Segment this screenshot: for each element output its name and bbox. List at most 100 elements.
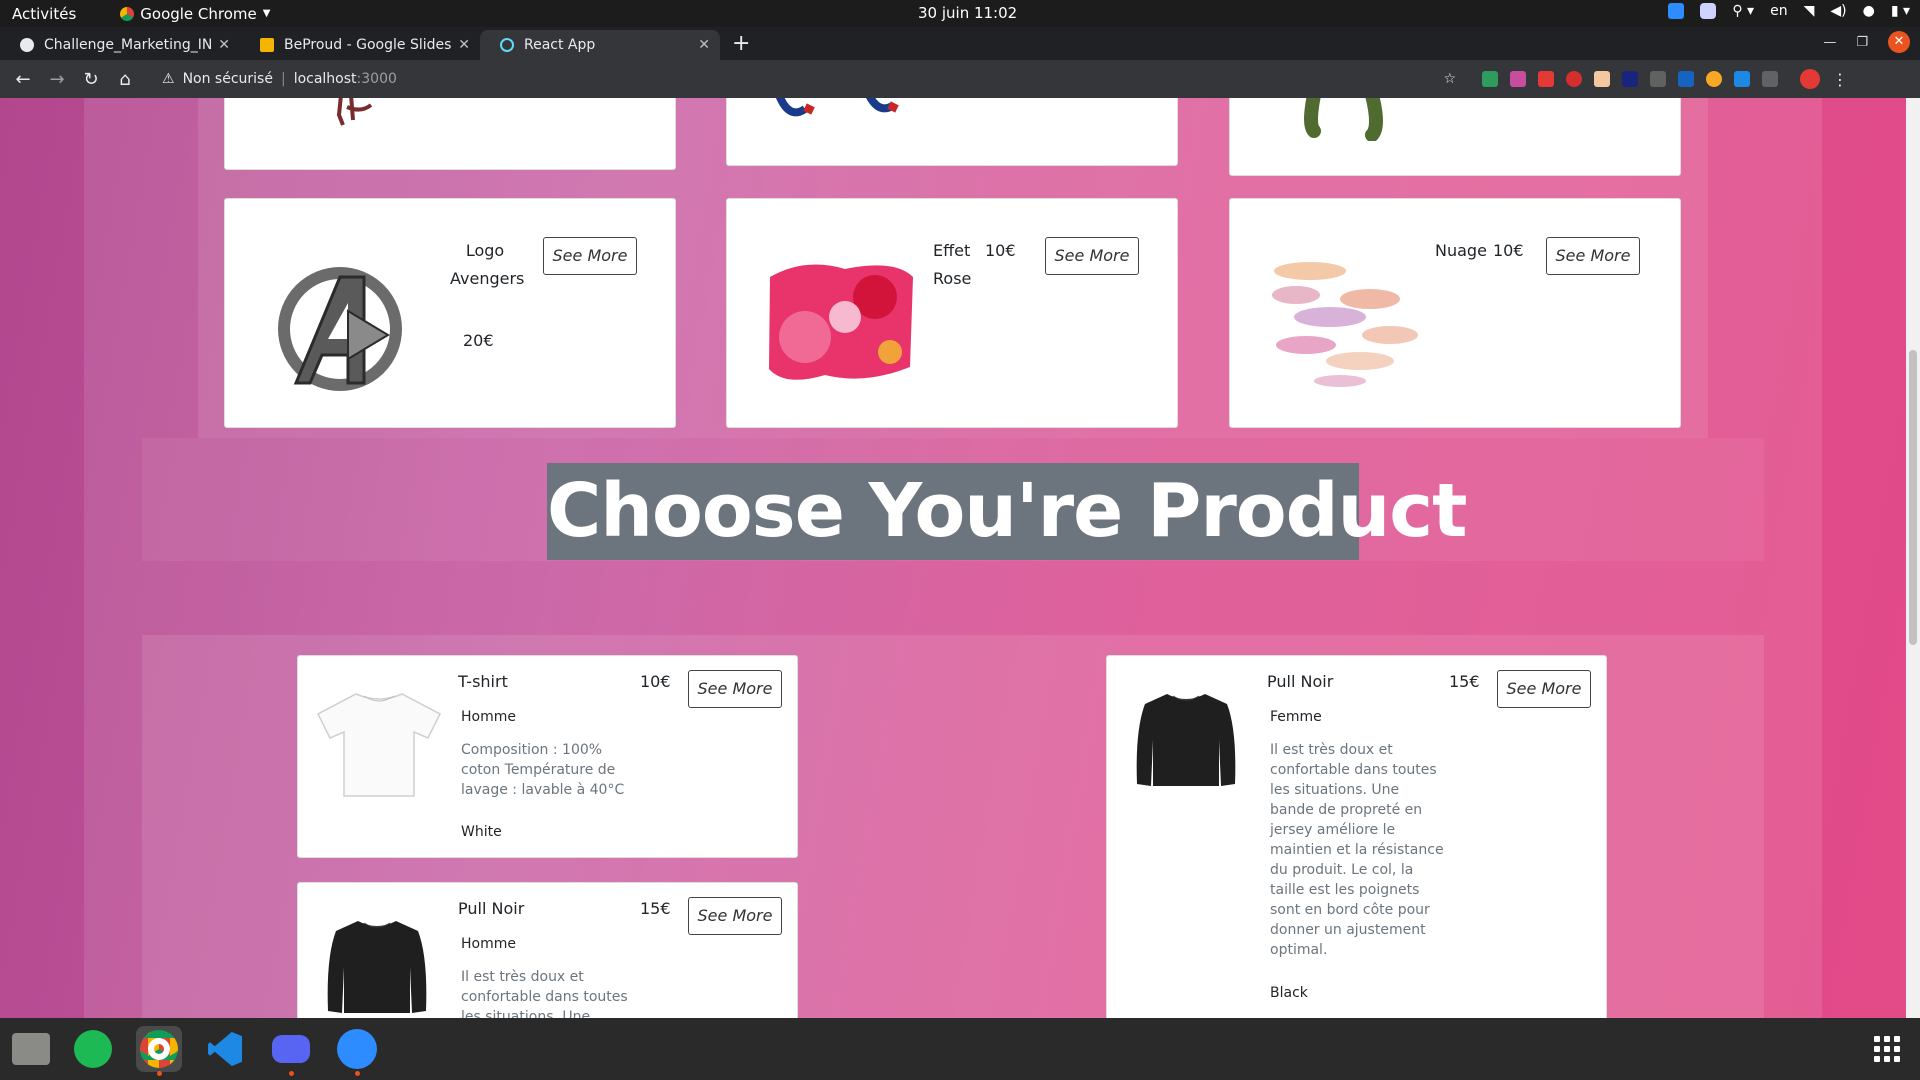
extension-f-icon[interactable]	[1734, 71, 1750, 87]
back-icon[interactable]: ←	[6, 69, 40, 90]
page-scrollbar[interactable]	[1906, 98, 1920, 1018]
product-card-nuage: Nuage 10€ See More	[1229, 198, 1681, 428]
app-menu-label: Google Chrome	[140, 4, 257, 23]
chrome-dock-icon[interactable]	[136, 1026, 182, 1076]
address-bar[interactable]: ⚠ Non sécurisé | localhost:3000 ☆	[148, 64, 1468, 94]
tab-title: Challenge_Marketing_INS	[44, 37, 213, 53]
divider: |	[280, 71, 286, 87]
new-tab-button[interactable]: +	[720, 30, 762, 60]
url-port: :3000	[356, 71, 397, 87]
scrollbar-thumb[interactable]	[1909, 350, 1917, 645]
wifi-icon[interactable]: ◥	[1804, 3, 1815, 19]
product-description: Composition : 100% coton Température de …	[461, 742, 625, 798]
close-icon[interactable]: ✕	[698, 37, 710, 53]
browser-toolbar: ← → ↻ ⌂ ⚠ Non sécurisé | localhost:3000 …	[0, 60, 1920, 98]
files-icon[interactable]	[12, 1033, 50, 1065]
pink-splash-image	[769, 264, 913, 380]
see-more-button[interactable]: See More	[1045, 237, 1139, 275]
product-price: 10€	[640, 672, 671, 691]
minimize-icon[interactable]: —	[1823, 35, 1836, 50]
product-color: Black	[1270, 985, 1308, 1001]
extension-np-icon[interactable]	[1762, 71, 1778, 87]
zoom-tray-icon[interactable]	[1668, 3, 1685, 19]
microphone-icon[interactable]: ●	[1863, 3, 1875, 19]
extension-yab-icon[interactable]	[1538, 71, 1554, 87]
clouds-image	[1272, 262, 1418, 387]
globe-icon	[20, 38, 34, 52]
tab-strip: Challenge_Marketing_INS ✕ BeProud - Goog…	[0, 27, 1920, 60]
see-more-button[interactable]: See More	[688, 897, 782, 935]
system-top-bar: Activités Google Chrome ▼ 30 juin 11:02 …	[0, 0, 1920, 27]
extensions-bar: ⋮	[1482, 69, 1848, 89]
page-heading: Choose You're Product	[547, 463, 1468, 560]
tab-react-app[interactable]: React App ✕	[480, 30, 720, 60]
show-applications-icon[interactable]	[1874, 1036, 1900, 1062]
chevron-down-icon: ▼	[262, 8, 271, 19]
discord-icon[interactable]	[268, 1026, 314, 1076]
black-sweater-image	[1136, 694, 1236, 786]
warning-icon[interactable]: ⚠	[162, 71, 175, 87]
forward-icon[interactable]: →	[40, 69, 74, 90]
see-more-button[interactable]: See More	[688, 670, 782, 708]
product-card-tshirt: T-shirt 10€ See More Homme Composition :…	[297, 655, 798, 858]
tab-challenge[interactable]: Challenge_Marketing_INS ✕	[0, 30, 240, 60]
window-close-icon[interactable]: ✕	[1888, 31, 1910, 53]
extension-shield-icon[interactable]	[1650, 71, 1666, 87]
accessibility-icon[interactable]: ⚲ ▾	[1732, 3, 1754, 19]
black-sweater-image	[327, 921, 427, 1013]
reload-icon[interactable]: ↻	[74, 69, 108, 90]
profile-avatar[interactable]	[1800, 69, 1820, 89]
product-price: 15€	[640, 899, 671, 918]
chrome-icon	[120, 6, 135, 21]
close-icon[interactable]: ✕	[458, 37, 470, 53]
zoom-icon[interactable]	[334, 1026, 380, 1076]
extension-green-icon[interactable]	[1482, 71, 1498, 87]
product-price: 10€	[1493, 241, 1524, 260]
battery-icon[interactable]: ▮ ▾	[1891, 3, 1910, 19]
app-menu[interactable]: Google Chrome ▼	[120, 5, 270, 23]
running-indicator	[288, 1071, 294, 1076]
volume-icon[interactable]: ◀)	[1830, 3, 1846, 19]
product-name: Logo Avengers	[450, 241, 525, 288]
see-more-button[interactable]: See More	[1497, 670, 1591, 708]
security-label[interactable]: Non sécurisé	[183, 71, 273, 87]
tab-title: BeProud - Google Slides	[284, 37, 452, 53]
product-name: Pull Noir	[458, 899, 525, 918]
adblock-icon[interactable]	[1566, 71, 1582, 87]
home-icon[interactable]: ⌂	[108, 69, 142, 90]
product-card-logo-avengers: Logo Avengers 20€ See More	[224, 198, 676, 428]
extension-honey-icon[interactable]	[1706, 71, 1722, 87]
system-tray[interactable]: ⚲ ▾ en ◥ ◀) ● ▮ ▾	[1668, 3, 1910, 19]
language-indicator[interactable]: en	[1770, 3, 1788, 19]
clock[interactable]: 30 juin 11:02	[918, 4, 1017, 22]
product-name: Nuage	[1435, 241, 1487, 260]
react-icon	[500, 38, 514, 52]
extension-pen-icon[interactable]	[1678, 71, 1694, 87]
spotify-icon[interactable]	[70, 1026, 116, 1072]
hero-legs-image	[775, 98, 899, 117]
activities-button[interactable]: Activités	[12, 5, 76, 23]
tab-slides[interactable]: BeProud - Google Slides ✕	[240, 30, 480, 60]
extension-bottle-icon[interactable]	[1594, 71, 1610, 87]
vscode-icon[interactable]	[202, 1026, 248, 1072]
close-icon[interactable]: ✕	[218, 37, 230, 53]
hulk-feet-image	[1304, 98, 1383, 141]
product-description: Il est très doux et confortable dans tou…	[461, 969, 628, 1018]
menu-icon[interactable]: ⋮	[1832, 70, 1848, 89]
extension-play-icon[interactable]	[1622, 71, 1638, 87]
running-indicator	[354, 1071, 360, 1076]
running-indicator	[156, 1071, 162, 1076]
tab-title: React App	[524, 37, 596, 53]
star-icon[interactable]: ☆	[1443, 71, 1456, 87]
see-more-button[interactable]: See More	[1546, 237, 1640, 275]
restore-icon[interactable]: ❐	[1856, 35, 1868, 50]
extension-feather-icon[interactable]	[1510, 71, 1526, 87]
url-host: localhost	[293, 71, 357, 87]
product-card-pull-noir-femme: Pull Noir 15€ See More Femme Il est très…	[1106, 655, 1607, 1018]
avengers-logo-image	[278, 267, 402, 391]
discord-tray-icon[interactable]	[1700, 3, 1717, 19]
see-more-button[interactable]: See More	[543, 237, 637, 275]
product-card-pull-noir-homme: Pull Noir 15€ See More Homme Il est très…	[297, 882, 798, 1018]
product-card-hulk-partial	[1229, 98, 1681, 176]
product-price: 20€	[463, 331, 494, 350]
